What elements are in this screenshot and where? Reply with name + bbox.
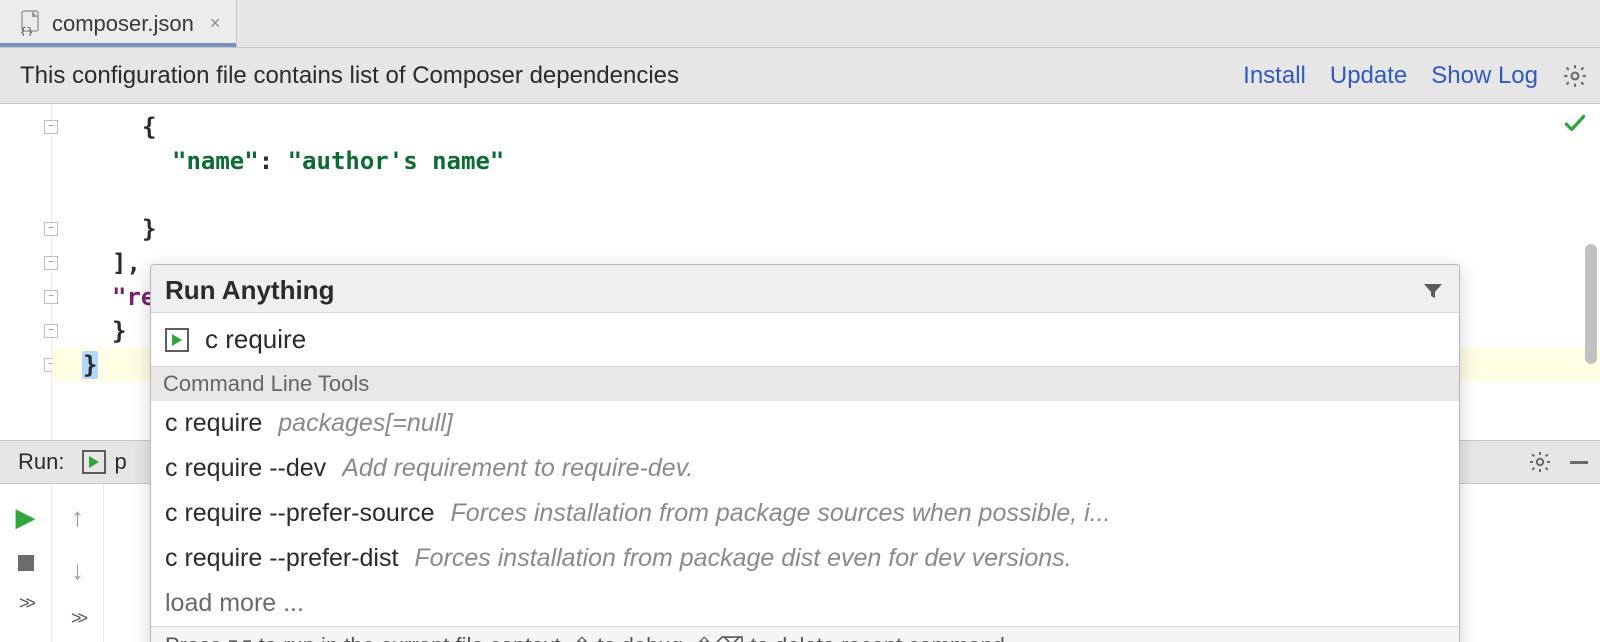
- code-line[interactable]: [52, 178, 1600, 212]
- key-opt: ⌥: [227, 633, 252, 642]
- run-anything-popup: Run Anything Command Line Tools c requir…: [150, 264, 1460, 642]
- run-config-name: p: [114, 449, 126, 475]
- popup-footer: Press ⌥ to run in the current file conte…: [151, 626, 1459, 642]
- play-icon[interactable]: ▶: [16, 502, 36, 533]
- inspection-ok-icon[interactable]: [1562, 110, 1588, 136]
- suggestion-item[interactable]: c require --prefer-distForces installati…: [151, 536, 1459, 581]
- run-config[interactable]: p: [82, 449, 126, 475]
- composer-info-bar: This configuration file contains list of…: [0, 48, 1600, 104]
- suggestion-item[interactable]: c requirepackages[=null]: [151, 401, 1459, 446]
- tab-composer-json[interactable]: {} composer.json ×: [0, 0, 237, 47]
- key-shift-del: ⇧⌫: [695, 633, 745, 642]
- run-icon: [165, 328, 189, 352]
- down-icon[interactable]: ↓: [71, 555, 84, 586]
- run-icon: [82, 450, 106, 474]
- svg-text:{}: {}: [20, 27, 33, 36]
- gear-icon[interactable]: [1528, 450, 1552, 474]
- popup-section-header: Command Line Tools: [151, 367, 1459, 401]
- tab-bar: {} composer.json ×: [0, 0, 1600, 48]
- editor-scrollbar[interactable]: [1582, 234, 1600, 374]
- popup-list: c requirepackages[=null]c require --devA…: [151, 401, 1459, 581]
- load-more[interactable]: load more ...: [151, 581, 1459, 626]
- suggestion-item[interactable]: c require --prefer-sourceForces installa…: [151, 491, 1459, 536]
- up-icon[interactable]: ↑: [71, 502, 84, 533]
- popup-title: Run Anything: [165, 275, 1421, 306]
- run-anything-input[interactable]: [203, 323, 1445, 356]
- run-label: Run:: [18, 449, 64, 475]
- gutter: −−−−−−: [0, 104, 52, 440]
- tab-label: composer.json: [52, 11, 194, 37]
- file-json-icon: {}: [18, 10, 42, 38]
- show-log-link[interactable]: Show Log: [1431, 62, 1538, 90]
- stop-icon[interactable]: [18, 555, 34, 571]
- install-link[interactable]: Install: [1243, 62, 1306, 90]
- gear-icon[interactable]: [1562, 63, 1588, 89]
- editor[interactable]: −−−−−− {"name": "author's name"}],"re}} …: [0, 104, 1600, 440]
- suggestion-item[interactable]: c require --devAdd requirement to requir…: [151, 446, 1459, 491]
- close-icon[interactable]: ×: [210, 13, 221, 34]
- update-link[interactable]: Update: [1330, 62, 1407, 90]
- key-shift: ⇧: [573, 633, 591, 642]
- filter-icon[interactable]: [1421, 279, 1445, 303]
- code-line[interactable]: }: [52, 212, 1600, 246]
- code-line[interactable]: {: [52, 110, 1600, 144]
- minimize-icon[interactable]: [1570, 461, 1588, 464]
- code-line[interactable]: "name": "author's name": [52, 144, 1600, 178]
- expand-icon[interactable]: >>: [19, 593, 32, 614]
- run-nav-col: ↑ ↓ >>: [52, 484, 104, 642]
- info-text: This configuration file contains list of…: [20, 62, 1219, 90]
- run-actions-col: ▶ >>: [0, 484, 52, 642]
- expand-icon[interactable]: >>: [71, 608, 84, 629]
